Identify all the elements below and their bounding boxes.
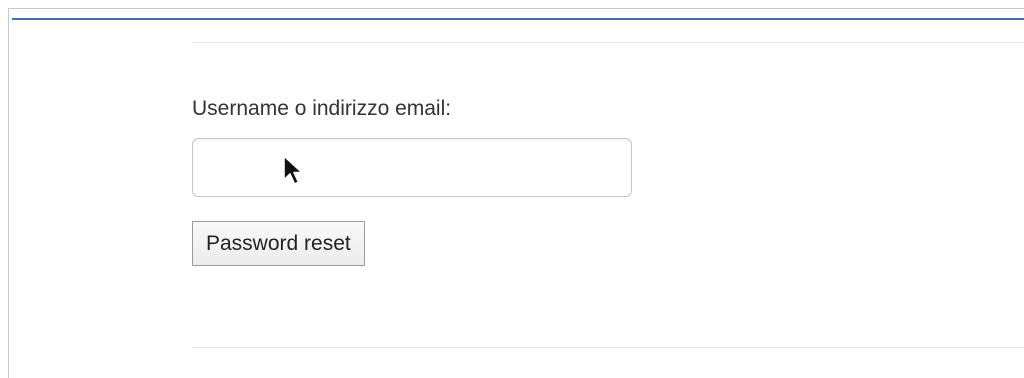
password-reset-form: Username o indirizzo email: Password res… <box>192 96 632 266</box>
header-accent-line <box>12 18 1024 20</box>
bottom-divider <box>192 347 1024 348</box>
username-email-input[interactable] <box>192 138 632 197</box>
top-divider <box>192 42 1024 43</box>
password-reset-button[interactable]: Password reset <box>192 221 365 266</box>
username-email-label: Username o indirizzo email: <box>192 97 452 120</box>
